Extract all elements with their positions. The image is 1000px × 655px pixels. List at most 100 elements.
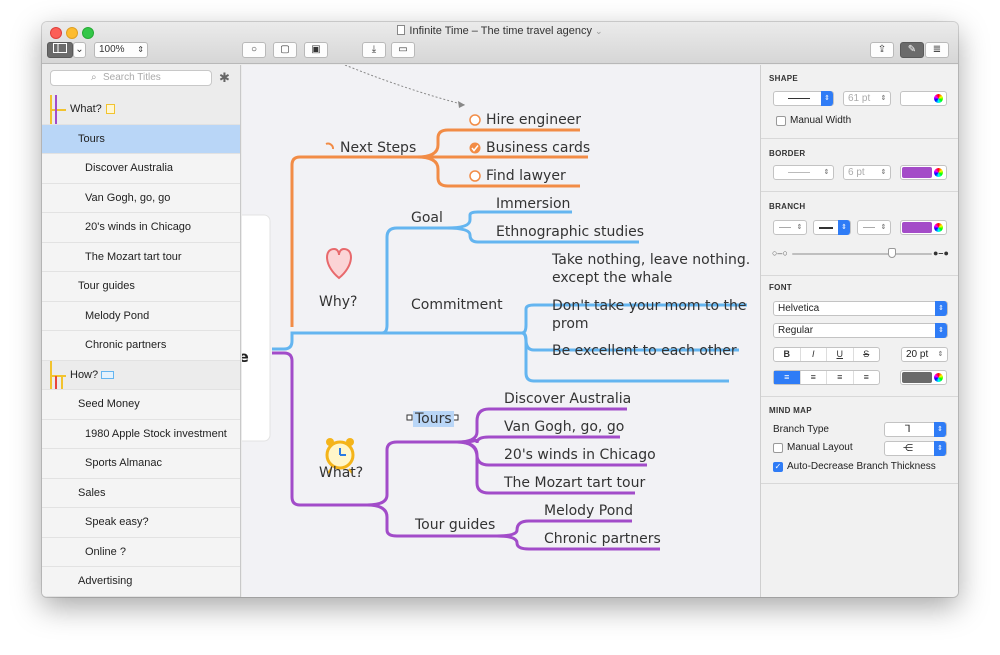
branch-end-select[interactable]: ⇕ <box>857 220 891 235</box>
node-tours[interactable]: Tours <box>413 411 454 427</box>
node-be-excellent[interactable]: Be excellent to each other <box>552 343 737 359</box>
list-item[interactable]: Discover Australia <box>42 154 240 184</box>
node-van-gogh[interactable]: Van Gogh, go, go <box>504 419 624 435</box>
divider <box>761 396 958 397</box>
node-what[interactable]: What? <box>319 465 363 481</box>
branch-thickness-slider[interactable] <box>792 253 932 255</box>
auto-decrease-checkbox[interactable]: ✓ <box>773 462 783 472</box>
insert-shape-button[interactable]: ○ <box>242 42 266 58</box>
list-item[interactable]: Melody Pond <box>42 301 240 331</box>
manual-layout-checkbox[interactable] <box>773 443 783 453</box>
node-commitment[interactable]: Commitment <box>411 297 503 313</box>
manual-width-checkbox[interactable] <box>776 116 786 126</box>
insert-child-button[interactable]: ⤓ <box>362 42 386 58</box>
branch-start-select[interactable]: ⇕ <box>773 220 807 235</box>
node-ethnographic-studies[interactable]: Ethnographic studies <box>496 224 644 240</box>
list-item[interactable]: Chronic partners <box>42 331 240 361</box>
branch-style-select[interactable]: ⇕ <box>813 220 851 235</box>
view-menu-button[interactable]: ⌄ <box>73 42 86 58</box>
slider-thumb[interactable] <box>888 248 896 258</box>
branch-color-well[interactable] <box>900 220 947 235</box>
insert-image-button[interactable]: ▣ <box>304 42 328 58</box>
italic-button[interactable]: I <box>801 348 827 361</box>
underline-button[interactable]: U <box>827 348 854 361</box>
branch-type-select[interactable]: ⅂ ⇕ <box>884 422 947 437</box>
purple-branch <box>272 351 367 507</box>
insert-note-button[interactable]: ▢ <box>273 42 297 58</box>
layout-select[interactable]: ⋲ ⇕ <box>884 441 947 456</box>
node-goal[interactable]: Goal <box>411 210 443 226</box>
selection-handle <box>406 414 413 421</box>
border-style-select[interactable]: ⇕ <box>773 165 834 180</box>
relationship-line <box>344 65 466 106</box>
search-icon: ⌕ <box>91 72 97 83</box>
font-color-well[interactable] <box>900 370 947 385</box>
align-justify-icon[interactable]: ≡ <box>854 371 880 384</box>
align-center-icon[interactable]: ≡ <box>801 371 827 384</box>
node-why[interactable]: Why? <box>319 294 357 310</box>
strikethrough-button[interactable]: S <box>854 348 880 361</box>
list-item[interactable]: The Mozart tart tour <box>42 242 240 272</box>
list-item[interactable]: Seed Money <box>42 390 240 420</box>
color-wheel-icon <box>934 223 943 232</box>
image-icon: ▣ <box>311 44 321 55</box>
align-right-icon[interactable]: ≡ <box>827 371 854 384</box>
shape-size-field[interactable]: 61 pt ⇕ <box>843 91 891 106</box>
list-item[interactable]: Advertising <box>42 567 240 597</box>
node-find-lawyer[interactable]: Find lawyer <box>486 168 566 184</box>
font-family-select[interactable]: Helvetica ⇕ <box>773 301 948 316</box>
shape-fill-color-well[interactable] <box>900 91 947 106</box>
border-color-well[interactable] <box>900 165 947 180</box>
list-item[interactable]: How? <box>42 361 240 390</box>
line-style-icon <box>788 98 810 99</box>
node-take-nothing-line2[interactable]: except the whale <box>552 270 672 286</box>
share-button[interactable]: ⇪ <box>870 42 894 58</box>
list-item[interactable]: 20's winds in Chicago <box>42 213 240 243</box>
node-next-steps[interactable]: Next Steps <box>340 140 416 156</box>
insert-link-button[interactable]: ▭ <box>391 42 415 58</box>
chevron-down-icon: ⇕ <box>821 91 833 106</box>
sidebar-toggle-button[interactable] <box>47 42 73 58</box>
node-melody-pond[interactable]: Melody Pond <box>544 503 633 519</box>
align-left-icon[interactable]: ≡ <box>774 371 801 384</box>
node-dont-take-mom-line2[interactable]: prom <box>552 316 589 332</box>
node-20s-winds[interactable]: 20's winds in Chicago <box>504 447 656 463</box>
node-tour-guides[interactable]: Tour guides <box>415 517 495 533</box>
divider <box>761 191 958 192</box>
list-item[interactable]: What? <box>42 95 240 125</box>
node-take-nothing-line1[interactable]: Take nothing, leave nothing. <box>552 252 750 268</box>
search-input[interactable]: ⌕ Search Titles <box>50 70 212 86</box>
node-dont-take-mom-line1[interactable]: Don't take your mom to the <box>552 298 746 314</box>
document-inspector-button[interactable]: ≣ <box>925 42 949 58</box>
list-item[interactable]: Sales <box>42 478 240 508</box>
node-hire-engineer[interactable]: Hire engineer <box>486 112 581 128</box>
list-item[interactable]: Van Gogh, go, go <box>42 183 240 213</box>
list-item[interactable]: Sports Almanac <box>42 449 240 479</box>
branch-section-title: BRANCH <box>769 202 806 211</box>
line-style-icon <box>819 227 833 229</box>
node-discover-australia[interactable]: Discover Australia <box>504 391 631 407</box>
border-size-field[interactable]: 6 pt ⇕ <box>843 165 891 180</box>
node-mozart-tart[interactable]: The Mozart tart tour <box>504 475 645 491</box>
style-inspector-button[interactable]: ✎ <box>900 42 924 58</box>
list-item[interactable]: 1980 Apple Stock investment <box>42 419 240 449</box>
font-style-select[interactable]: Regular ⇕ <box>773 323 948 338</box>
node-immersion[interactable]: Immersion <box>496 196 570 212</box>
alignment-segmented-control[interactable]: ≡ ≡ ≡ ≡ <box>773 370 880 385</box>
gear-icon[interactable]: ✱ <box>219 70 230 86</box>
color-wheel-icon <box>934 94 943 103</box>
list-item[interactable]: Tours <box>42 124 240 154</box>
list-item[interactable]: Speak easy? <box>42 508 240 538</box>
node-business-cards[interactable]: Business cards <box>486 140 590 156</box>
text-style-segmented-control[interactable]: B I U S <box>773 347 880 362</box>
node-chronic-partners[interactable]: Chronic partners <box>544 531 661 547</box>
zoom-select[interactable]: 100% ⇕ <box>94 42 148 58</box>
window-title[interactable]: Infinite Time – The time travel agency ⌄ <box>42 25 958 37</box>
mind-map-canvas[interactable]: ne Next Steps Hire engineer Business car… <box>242 65 760 597</box>
list-item[interactable]: Tour guides <box>42 272 240 302</box>
shape-style-select[interactable]: ⇕ <box>773 91 834 106</box>
font-size-field[interactable]: 20 pt ⇕ <box>901 347 948 362</box>
list-item[interactable]: Online ? <box>42 537 240 567</box>
bold-button[interactable]: B <box>774 348 801 361</box>
root-node-label[interactable]: ne <box>242 348 249 366</box>
